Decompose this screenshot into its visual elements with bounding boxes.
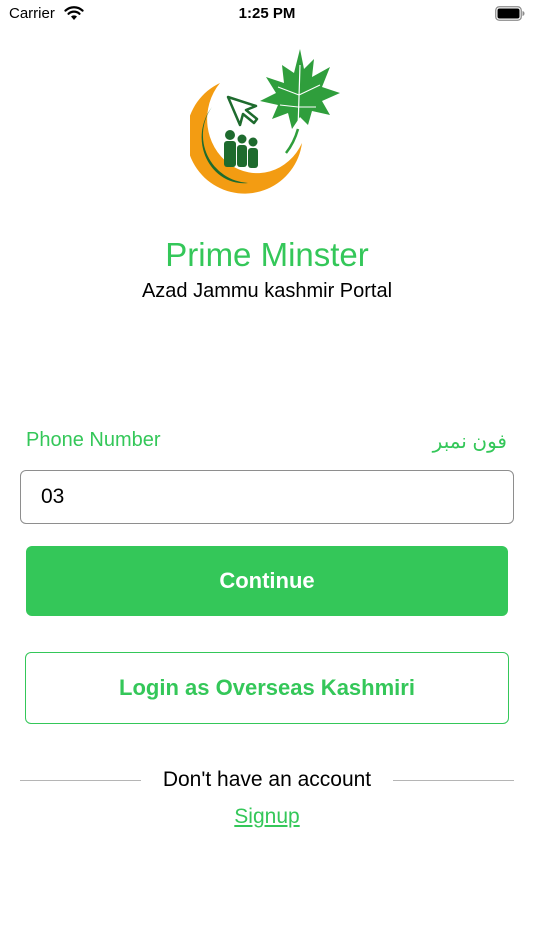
- phone-number-input[interactable]: [20, 470, 514, 524]
- battery-icon: [495, 6, 525, 21]
- no-account-text: Don't have an account: [162, 768, 372, 791]
- app-subtitle: Azad Jammu kashmir Portal: [141, 280, 393, 302]
- kashmir-portal-logo: [190, 49, 340, 194]
- status-bar: Carrier 1:25 PM: [0, 0, 534, 28]
- signup-link[interactable]: Signup: [0, 805, 534, 829]
- continue-button[interactable]: Continue: [26, 546, 508, 616]
- overseas-login-button[interactable]: Login as Overseas Kashmiri: [25, 652, 509, 724]
- phone-number-label: Phone Number: [26, 429, 161, 451]
- phone-number-label-urdu: فون نمبر: [432, 431, 507, 453]
- status-time: 1:25 PM: [238, 5, 296, 22]
- app-title: Prime Minster: [165, 236, 369, 273]
- divider-left: [20, 780, 141, 781]
- divider-right: [393, 780, 514, 781]
